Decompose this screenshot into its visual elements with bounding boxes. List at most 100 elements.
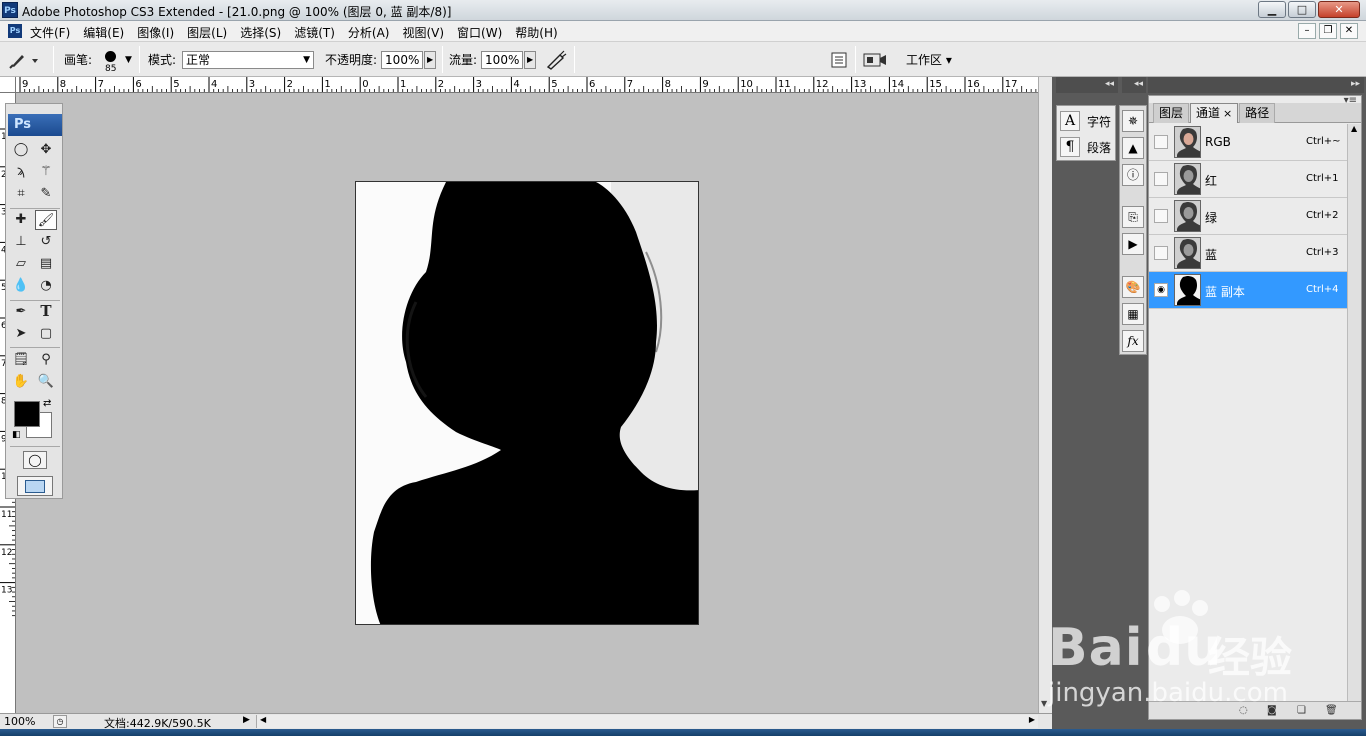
delete-channel-icon[interactable]: 🗑 <box>1325 705 1338 716</box>
dodge-tool[interactable]: ◔ <box>35 276 57 296</box>
menu-item-3[interactable]: 图层(L) <box>187 24 227 41</box>
visibility-toggle[interactable] <box>1154 209 1168 223</box>
info-panel-button[interactable]: ⓘ <box>1122 164 1144 186</box>
channel-row[interactable]: RGB Ctrl+~ <box>1149 124 1347 161</box>
swap-colors-icon[interactable]: ⇄ <box>43 398 51 409</box>
zoom-tool[interactable]: 🔍 <box>35 372 57 392</box>
bridge-button[interactable] <box>862 42 888 77</box>
color-panel-button[interactable]: 🎨 <box>1122 276 1144 298</box>
magic-wand-tool[interactable]: ⚚ <box>35 162 57 182</box>
workspace-menu[interactable]: 工作区 ▾ <box>906 42 952 77</box>
swatches-panel-button[interactable]: ▦ <box>1122 303 1144 325</box>
notes-tool[interactable]: 🗒 <box>10 350 32 370</box>
image-canvas[interactable] <box>355 181 699 625</box>
channel-row[interactable]: ◉ 蓝 副本 Ctrl+4 <box>1149 272 1347 309</box>
status-info-button[interactable]: ◷ <box>53 715 67 728</box>
menu-item-9[interactable]: 帮助(H) <box>515 24 557 41</box>
document-icon[interactable]: Ps <box>8 24 22 38</box>
workspace-vertical-scrollbar[interactable]: ▼ <box>1038 77 1052 713</box>
actions-panel-button[interactable]: ▶ <box>1122 233 1144 255</box>
dock-header-right[interactable]: ▸▸ <box>1148 77 1364 93</box>
brush-tool[interactable]: 🖌 <box>35 210 57 230</box>
crop-tool[interactable]: ⌗ <box>10 184 32 204</box>
channel-row[interactable]: 红 Ctrl+1 <box>1149 161 1347 198</box>
dock-header-left[interactable]: ◂◂ <box>1056 77 1118 93</box>
visibility-toggle[interactable] <box>1154 246 1168 260</box>
photoshop-app-icon[interactable]: Ps <box>2 2 18 18</box>
foreground-color-swatch[interactable] <box>14 401 40 427</box>
menu-item-6[interactable]: 分析(A) <box>348 24 390 41</box>
histogram-panel-button[interactable]: ▲ <box>1122 137 1144 159</box>
navigator-panel-button[interactable]: ✵ <box>1122 110 1144 132</box>
maximize-button[interactable]: □ <box>1288 1 1316 18</box>
eraser-tool[interactable]: ▱ <box>10 254 32 274</box>
move-tool[interactable]: ✥ <box>35 140 57 160</box>
styles-panel-button[interactable]: fx <box>1122 330 1144 352</box>
airbrush-toggle[interactable] <box>545 42 567 77</box>
visibility-toggle[interactable] <box>1154 135 1168 149</box>
scroll-down-icon[interactable]: ▼ <box>1041 699 1047 708</box>
close-button[interactable]: ✕ <box>1318 1 1360 18</box>
zoom-level-field[interactable]: 100% <box>4 715 44 728</box>
scroll-right-icon[interactable]: ▶ <box>1029 715 1035 724</box>
visibility-toggle[interactable]: ◉ <box>1154 283 1168 297</box>
history-panel-button[interactable]: ⎘ <box>1122 206 1144 228</box>
rectangle-shape-tool[interactable]: ▢ <box>35 324 57 344</box>
doc-restore-button[interactable]: ❐ <box>1319 23 1337 39</box>
brushes-palette-button[interactable] <box>830 42 848 77</box>
scroll-up-icon[interactable]: ▲ <box>1351 124 1357 133</box>
scroll-left-icon[interactable]: ◀ <box>260 715 266 724</box>
channel-row[interactable]: 绿 Ctrl+2 <box>1149 198 1347 235</box>
ruler-origin[interactable] <box>0 77 16 93</box>
horizontal-ruler[interactable]: 9 8 7 6 5 4 3 2 1 0 1 2 3 4 5 6 7 8 9 10 11 12 13 14 15 16 17 <box>16 77 1038 93</box>
load-channel-selection-icon[interactable]: ◌ <box>1239 705 1248 716</box>
character-panel-button[interactable]: A 字符 <box>1060 109 1111 133</box>
new-channel-icon[interactable]: ❏ <box>1297 705 1306 716</box>
opacity-slider-button[interactable]: ▶ <box>424 50 437 69</box>
flow-slider-button[interactable]: ▶ <box>524 50 537 69</box>
blur-tool[interactable]: 💧 <box>10 276 32 296</box>
panel-tab-0[interactable]: 图层 <box>1153 103 1190 123</box>
eyedropper-tool[interactable]: ⚲ <box>35 350 57 370</box>
status-menu-arrow[interactable]: ▶ <box>243 715 250 725</box>
panel-tab-2[interactable]: 路径 <box>1239 103 1276 123</box>
menu-item-2[interactable]: 图像(I) <box>137 24 174 41</box>
doc-minimize-button[interactable]: – <box>1298 23 1316 39</box>
panel-tab-1[interactable]: 通道 × <box>1190 103 1239 123</box>
save-selection-as-channel-icon[interactable]: ◙ <box>1267 705 1277 716</box>
menu-item-1[interactable]: 编辑(E) <box>83 24 124 41</box>
lasso-tool[interactable]: ϡ <box>10 162 32 182</box>
screen-mode-button[interactable] <box>17 476 53 496</box>
healing-brush-tool[interactable]: ✚ <box>10 210 32 230</box>
horizontal-scrollbar[interactable]: ◀ ▶ <box>256 715 1038 728</box>
tab-close-icon[interactable]: × <box>1223 107 1232 120</box>
opacity-input[interactable]: 100% <box>381 50 424 69</box>
minimize-button[interactable]: ▁ <box>1258 1 1286 18</box>
mode-select[interactable]: 正常 ▼ <box>182 50 315 69</box>
brush-picker[interactable]: 85 ▼ <box>100 42 132 77</box>
channel-row[interactable]: 蓝 Ctrl+3 <box>1149 235 1347 272</box>
visibility-toggle[interactable] <box>1154 172 1168 186</box>
menu-item-4[interactable]: 选择(S) <box>240 24 281 41</box>
doc-close-button[interactable]: ✕ <box>1340 23 1358 39</box>
menu-item-8[interactable]: 窗口(W) <box>457 24 502 41</box>
paragraph-panel-button[interactable]: ¶ 段落 <box>1060 135 1111 159</box>
menu-item-7[interactable]: 视图(V) <box>402 24 444 41</box>
flow-input[interactable]: 100% <box>481 50 524 69</box>
type-tool[interactable]: T <box>35 302 57 322</box>
channels-scrollbar[interactable]: ▲ <box>1347 124 1361 702</box>
menu-item-5[interactable]: 滤镜(T) <box>294 24 335 41</box>
slice-tool[interactable]: ✎ <box>35 184 57 204</box>
clone-stamp-tool[interactable]: ⊥ <box>10 232 32 252</box>
tool-preset-picker[interactable] <box>6 42 40 77</box>
gradient-tool[interactable]: ▤ <box>35 254 57 274</box>
dock-header-mid[interactable]: ◂◂ <box>1122 77 1146 93</box>
path-selection-tool[interactable]: ➤ <box>10 324 32 344</box>
quick-mask-button[interactable]: ◯ <box>23 451 47 469</box>
menu-item-0[interactable]: 文件(F) <box>30 24 70 41</box>
elliptical-marquee-tool[interactable]: ◯ <box>10 140 32 160</box>
history-brush-tool[interactable]: ↺ <box>35 232 57 252</box>
pen-tool[interactable]: ✒ <box>10 302 32 322</box>
default-colors-icon[interactable]: ◧ <box>12 430 21 440</box>
hand-tool[interactable]: ✋ <box>10 372 32 392</box>
